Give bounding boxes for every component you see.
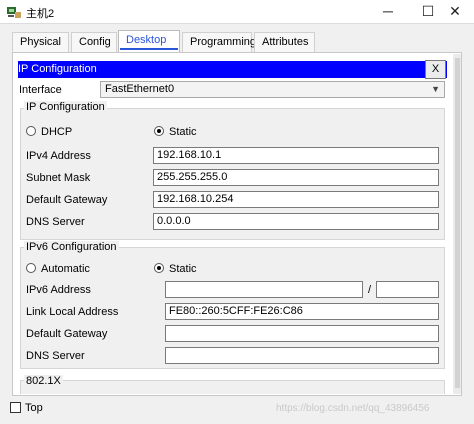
ipv6-address-label: IPv6 Address: [26, 284, 91, 296]
top-label: Top: [25, 402, 43, 414]
window-title: 主机2: [26, 8, 55, 20]
static-ipv4-radio[interactable]: [154, 126, 164, 136]
tab-programming[interactable]: Programming: [182, 32, 256, 52]
ipv4-group-title: IP Configuration: [24, 101, 107, 113]
ipv6-default-gateway-field[interactable]: [165, 325, 439, 342]
close-window-button[interactable]: ✕: [436, 0, 474, 24]
ipv4-address-label: IPv4 Address: [26, 150, 91, 162]
dhcp-label: DHCP: [41, 126, 73, 138]
static-ipv4-label: Static: [169, 126, 197, 138]
automatic-ipv6-radio[interactable]: [26, 263, 36, 273]
static-ipv6-radio[interactable]: [154, 263, 164, 273]
ipv4-address-field[interactable]: 192.168.10.1: [153, 147, 439, 164]
ipv6-dns-server-field[interactable]: [165, 347, 439, 364]
interface-label: Interface: [19, 84, 62, 96]
ipv6-default-gateway-label: Default Gateway: [26, 328, 108, 340]
dot1x-group-title: 802.1X: [24, 375, 63, 387]
title-bar: 主机2 ─ ☐ ✕: [0, 0, 474, 24]
interface-select[interactable]: FastEthernet0 ▼: [100, 81, 445, 98]
active-tab-indicator: [120, 48, 178, 50]
subnet-mask-label: Subnet Mask: [26, 172, 91, 184]
subnet-mask-field[interactable]: 255.255.255.0: [153, 169, 439, 186]
static-ipv6-label: Static: [169, 263, 197, 275]
tab-physical[interactable]: Physical: [12, 32, 69, 52]
router-pc-icon: [7, 7, 21, 18]
chevron-down-icon: ▼: [431, 84, 440, 94]
interface-value: FastEthernet0: [105, 83, 175, 95]
ip-config-close-button[interactable]: X: [425, 60, 446, 79]
ipv6-prefix-field[interactable]: [376, 281, 439, 298]
prefix-separator: /: [368, 284, 372, 296]
watermark-text: https://blog.csdn.net/qq_43896456: [276, 403, 430, 414]
dns-server-label: DNS Server: [26, 216, 85, 228]
dns-server-field[interactable]: 0.0.0.0: [153, 213, 439, 230]
default-gateway-field[interactable]: 192.168.10.254: [153, 191, 439, 208]
tab-config[interactable]: Config: [71, 32, 117, 52]
ip-configuration-header: IP Configuration: [18, 61, 447, 78]
minimize-button[interactable]: ─: [368, 0, 408, 24]
tab-attributes[interactable]: Attributes: [254, 32, 315, 52]
ipv6-dns-server-label: DNS Server: [26, 350, 85, 362]
tab-bar: Physical Config Desktop Programming Attr…: [12, 30, 462, 52]
ipv6-group-title: IPv6 Configuration: [24, 241, 119, 253]
dot1x-group: [20, 380, 445, 394]
ipv6-address-field[interactable]: [165, 281, 363, 298]
top-checkbox[interactable]: [10, 402, 21, 413]
scrollbar-thumb[interactable]: [455, 58, 460, 388]
automatic-ipv6-label: Automatic: [41, 263, 90, 275]
default-gateway-label: Default Gateway: [26, 194, 108, 206]
link-local-address-field[interactable]: FE80::260:5CFF:FE26:C86: [165, 303, 439, 320]
dhcp-radio[interactable]: [26, 126, 36, 136]
link-local-address-label: Link Local Address: [26, 306, 119, 318]
